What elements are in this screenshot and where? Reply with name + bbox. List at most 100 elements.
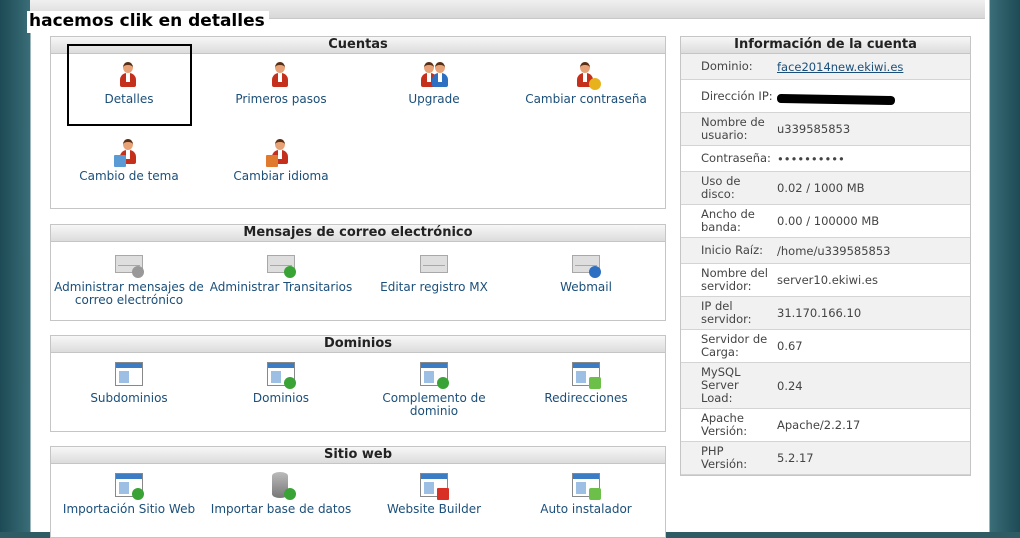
- info-value: ••••••••••: [777, 151, 845, 166]
- info-value-redacted: [773, 80, 970, 112]
- database-import-icon: [266, 471, 296, 501]
- subdomain-window-icon: [114, 360, 144, 390]
- tutorial-annotation: hacemos clik en detalles: [27, 11, 269, 33]
- item-editar-registro-mx[interactable]: Editar registro MX: [359, 249, 509, 294]
- info-row-apache: Apache Versión: Apache/2.2.17: [681, 409, 970, 442]
- info-key: Uso de disco:: [701, 174, 741, 201]
- website-import-icon: [114, 471, 144, 501]
- item-importar-base-datos[interactable]: Importar base de datos: [206, 471, 356, 516]
- user-theme-icon: [114, 138, 144, 168]
- info-key: Inicio Raíz:: [701, 243, 763, 257]
- item-administrar-mensajes[interactable]: Administrar mensajes de correo electróni…: [54, 249, 204, 307]
- info-key: Contraseña:: [701, 151, 771, 165]
- item-administrar-transitarios[interactable]: Administrar Transitarios: [206, 249, 356, 294]
- info-row-dominio: Dominio: face2014new.ekiwi.es: [681, 54, 970, 80]
- info-row-mysql: MySQL Server Load: 0.24: [681, 363, 970, 409]
- panel-sitio-web-title: Sitio web: [51, 447, 665, 464]
- item-webmail[interactable]: Webmail: [511, 249, 661, 294]
- domain-window-icon: [266, 360, 296, 390]
- info-row-ip-servidor: IP del servidor: 31.170.166.10: [681, 297, 970, 330]
- item-cambio-de-tema[interactable]: Cambio de tema: [54, 138, 204, 183]
- item-website-builder-label: Website Builder: [386, 502, 482, 516]
- info-row-usuario: Nombre de usuario: u339585853: [681, 113, 970, 146]
- info-key: Nombre del servidor:: [701, 266, 768, 293]
- item-administrar-transitarios-label: Administrar Transitarios: [209, 280, 353, 294]
- item-dominios-label: Dominios: [252, 391, 310, 405]
- redaction-mark: [776, 93, 896, 105]
- panel-dominios: Dominios Subdominios Dominios Complement…: [50, 335, 666, 432]
- info-row-ip: Dirección IP:: [681, 80, 970, 113]
- item-primeros-pasos-label: Primeros pasos: [235, 92, 327, 106]
- info-value: 0.02 / 1000 MB: [777, 181, 865, 195]
- user-key-icon: [571, 61, 601, 91]
- item-website-builder[interactable]: Website Builder: [359, 471, 509, 516]
- info-value: 0.67: [777, 339, 803, 353]
- item-cambiar-idioma-label: Cambiar idioma: [233, 169, 329, 183]
- info-value: Apache/2.2.17: [777, 418, 861, 432]
- email-settings-icon: [114, 249, 144, 279]
- item-cambiar-contrasena[interactable]: Cambiar contraseña: [511, 61, 661, 106]
- item-primeros-pasos[interactable]: Primeros pasos: [206, 61, 356, 106]
- item-cambiar-idioma[interactable]: Cambiar idioma: [206, 138, 356, 183]
- item-auto-instalador-label: Auto instalador: [540, 502, 632, 516]
- info-value: /home/u339585853: [777, 243, 891, 258]
- panel-correo-title: Mensajes de correo electrónico: [51, 225, 665, 242]
- item-cambio-de-tema-label: Cambio de tema: [79, 169, 179, 183]
- info-key: Apache Versión:: [701, 411, 748, 438]
- info-value: 0.00 / 100000 MB: [777, 214, 880, 228]
- panel-sitio-web: Sitio web Importación Sitio Web Importar…: [50, 446, 666, 538]
- info-key: Nombre de usuario:: [701, 115, 765, 142]
- info-value: u339585853: [777, 122, 851, 136]
- info-row-contrasena: Contraseña: ••••••••••: [681, 146, 970, 172]
- item-administrar-mensajes-label: Administrar mensajes de correo electróni…: [54, 280, 204, 307]
- item-cambiar-contrasena-label: Cambiar contraseña: [525, 92, 647, 106]
- info-value: 5.2.17: [777, 451, 814, 465]
- info-row-disco: Uso de disco: 0.02 / 1000 MB: [681, 172, 970, 205]
- email-forward-icon: [266, 249, 296, 279]
- panel-correo: Mensajes de correo electrónico Administr…: [50, 224, 666, 321]
- item-redirecciones-label: Redirecciones: [544, 391, 628, 405]
- info-row-inicio-raiz: Inicio Raíz: /home/u339585853: [681, 238, 970, 264]
- redirect-window-icon: [571, 360, 601, 390]
- account-info-rows: Dominio: face2014new.ekiwi.es Dirección …: [681, 54, 970, 475]
- info-row-ancho-banda: Ancho de banda: 0.00 / 100000 MB: [681, 205, 970, 238]
- item-subdominios-label: Subdominios: [90, 391, 168, 405]
- item-subdominios[interactable]: Subdominios: [54, 360, 204, 405]
- website-builder-icon: [419, 471, 449, 501]
- item-importacion-sitio[interactable]: Importación Sitio Web: [54, 471, 204, 516]
- item-webmail-label: Webmail: [560, 280, 612, 294]
- account-info-panel: Información de la cuenta Dominio: face20…: [680, 36, 971, 476]
- info-row-servidor: Nombre del servidor: server10.ekiwi.es: [681, 264, 970, 297]
- item-editar-registro-mx-label: Editar registro MX: [380, 280, 488, 294]
- panel-dominios-title: Dominios: [51, 336, 665, 353]
- item-upgrade[interactable]: Upgrade: [359, 61, 509, 106]
- info-value: 31.170.166.10: [777, 306, 862, 320]
- webmail-globe-icon: [571, 249, 601, 279]
- item-complemento-dominio-label: Complemento de dominio: [382, 391, 486, 418]
- control-panel: hacemos clik en detalles Cuentas Detalle…: [0, 0, 1020, 538]
- info-value: server10.ekiwi.es: [777, 273, 878, 287]
- item-importar-base-datos-label: Importar base de datos: [210, 502, 352, 516]
- addon-domain-icon: [419, 360, 449, 390]
- item-upgrade-label: Upgrade: [408, 92, 460, 106]
- info-key: Dominio:: [701, 59, 753, 73]
- user-language-icon: [266, 138, 296, 168]
- auto-installer-icon: [571, 471, 601, 501]
- info-value: 0.24: [777, 378, 803, 393]
- info-row-php: PHP Versión: 5.2.17: [681, 442, 970, 475]
- highlight-box-detalles: [67, 44, 192, 126]
- info-key: MySQL Server Load:: [701, 365, 741, 405]
- email-mx-icon: [419, 249, 449, 279]
- info-key: IP del servidor:: [701, 299, 752, 326]
- info-key: Dirección IP:: [701, 88, 773, 103]
- domain-link[interactable]: face2014new.ekiwi.es: [773, 54, 970, 79]
- info-key: PHP Versión:: [701, 444, 748, 471]
- item-auto-instalador[interactable]: Auto instalador: [511, 471, 661, 516]
- item-importacion-sitio-label: Importación Sitio Web: [62, 502, 196, 516]
- account-info-title: Información de la cuenta: [681, 37, 970, 54]
- info-row-carga: Servidor de Carga: 0.67: [681, 330, 970, 363]
- info-key: Servidor de Carga:: [701, 332, 768, 359]
- item-complemento-dominio[interactable]: Complemento de dominio: [359, 360, 509, 418]
- item-redirecciones[interactable]: Redirecciones: [511, 360, 661, 405]
- item-dominios[interactable]: Dominios: [206, 360, 356, 405]
